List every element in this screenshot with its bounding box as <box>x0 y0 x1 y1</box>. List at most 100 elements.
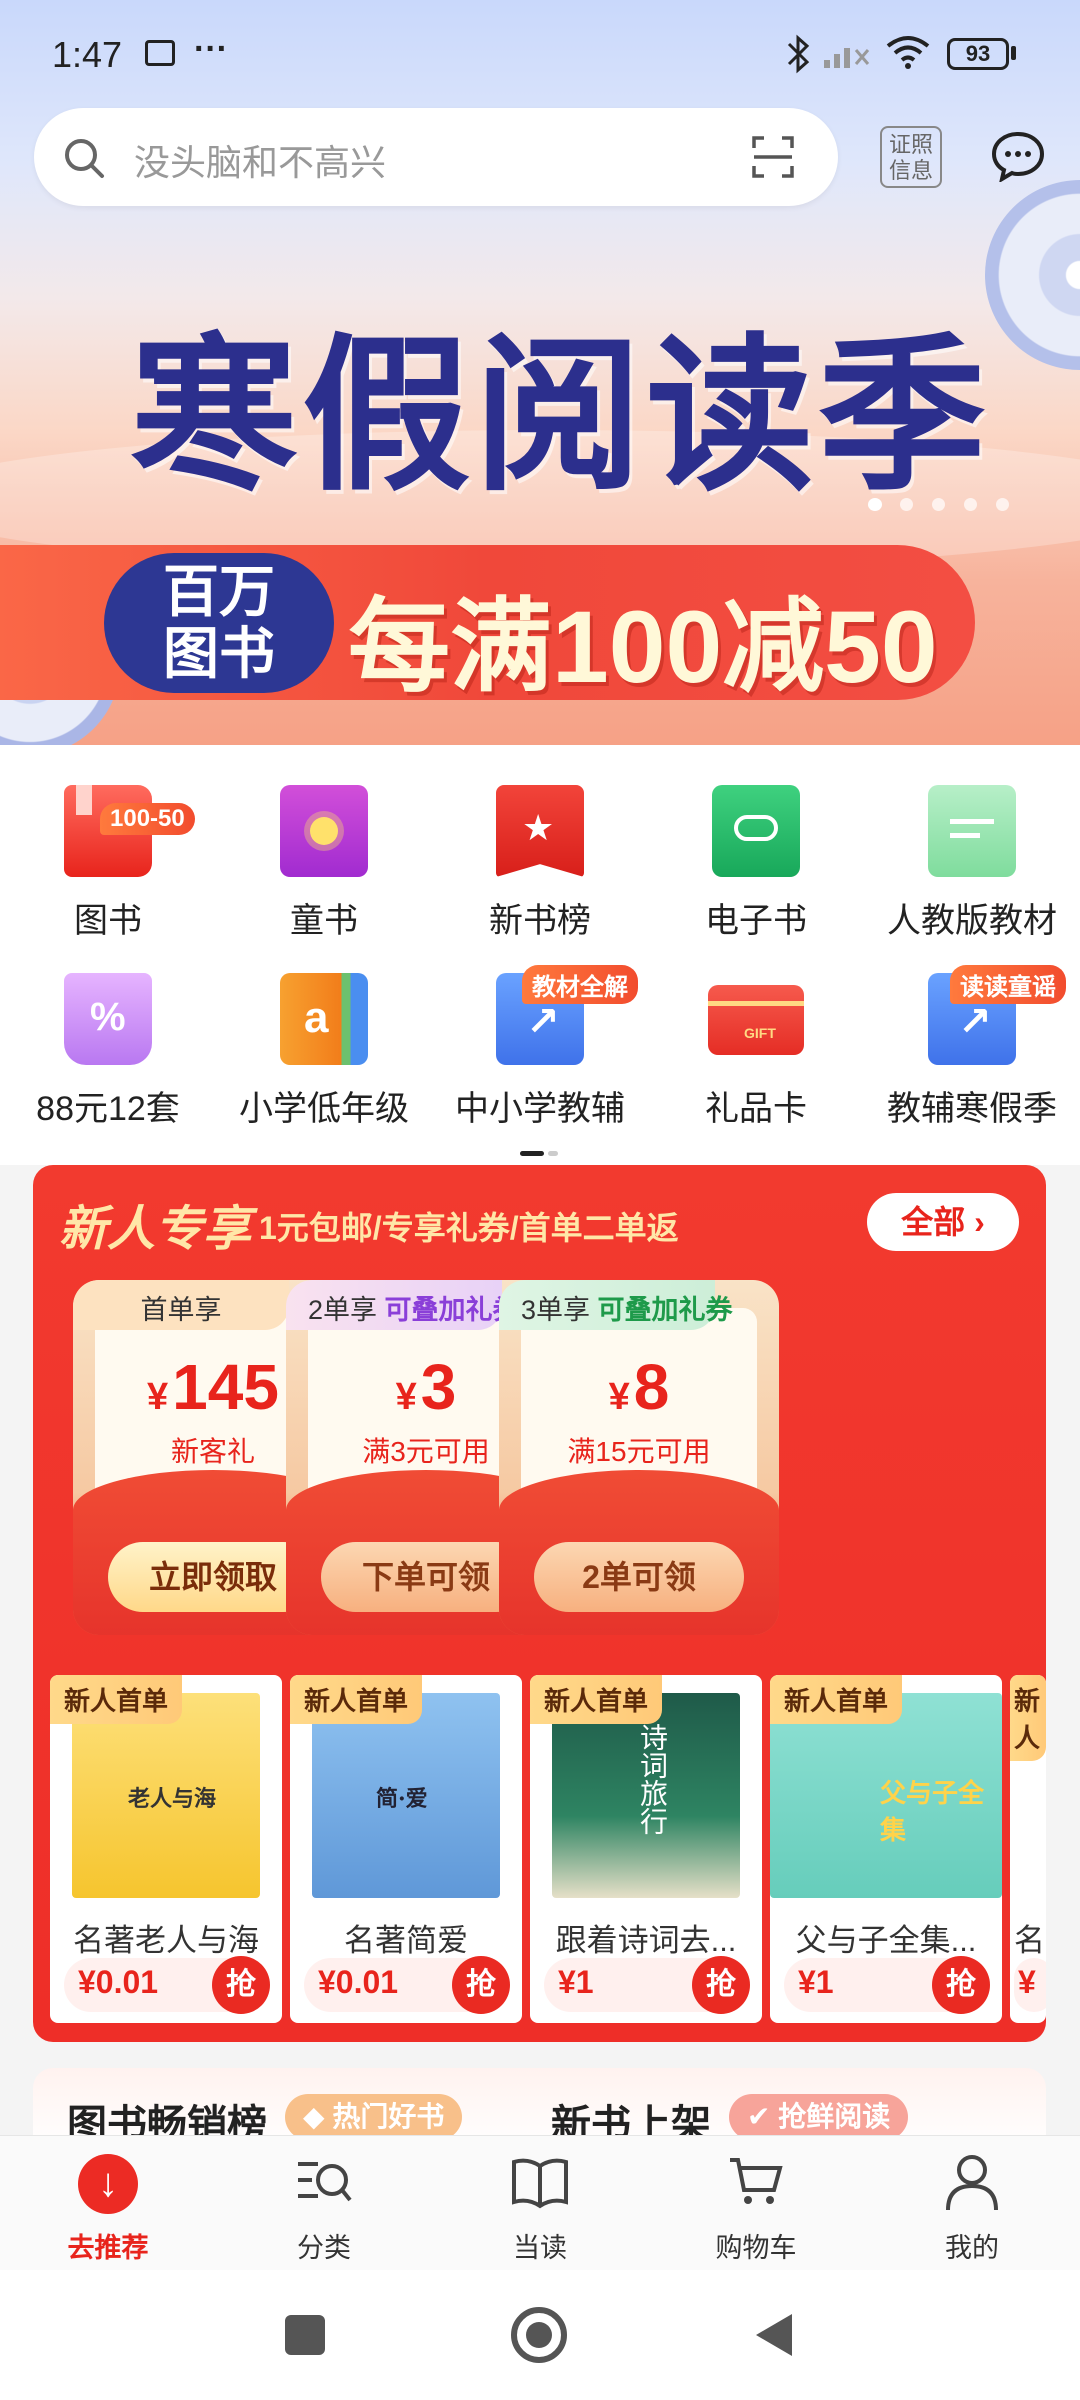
new-user-badge: 新人首单 <box>530 1675 663 1724</box>
recent-apps-button[interactable] <box>285 2315 325 2355</box>
star-shape: ★ <box>522 807 555 848</box>
tab-recommend[interactable]: ↓ 去推荐 <box>0 2136 216 2271</box>
cloud-shape <box>734 815 778 841</box>
product-price: ¥1 <box>558 1964 594 2000</box>
coupon-tab: 3单享 可叠加礼券 <box>499 1280 733 1330</box>
textbook-icon <box>928 785 1016 877</box>
carousel-dot <box>900 498 913 511</box>
tab-label: 分类 <box>297 2233 351 2263</box>
category-item-books[interactable]: 100-50 图书 <box>0 785 216 942</box>
promo-badge: 百万 图书 <box>104 553 334 693</box>
product-card[interactable]: 新人首单 父与子全集 父与子全集... ¥1 抢 <box>770 1675 1002 2023</box>
status-time: 1:47 <box>52 34 123 75</box>
cover-title: 简·爱 <box>376 1786 428 1812</box>
price-bar: ¥ <box>1014 1958 1046 2012</box>
category-item-tutoring[interactable]: ↗ 教材全解 中小学教辅 <box>432 965 648 1130</box>
coupon-card[interactable]: ¥8 满15元可用 3单享 可叠加礼券 2单可领 <box>499 1280 779 1635</box>
view-all-label: 全部 <box>901 1204 966 1240</box>
tab-read[interactable]: 当读 <box>432 2136 648 2271</box>
home-button-dot <box>526 2322 552 2348</box>
home-button[interactable] <box>511 2307 567 2363</box>
new-user-subtitle: 1元包邮/专享礼券/首单二单返 <box>259 1210 679 1246</box>
category-item-88-sets[interactable]: % 88元12套 <box>0 973 216 1130</box>
carousel-dot <box>868 498 882 511</box>
category-item-textbook[interactable]: 人教版教材 <box>864 785 1080 942</box>
coupon-value: 145 <box>172 1351 279 1423</box>
battery-level: 93 <box>965 41 991 66</box>
tab-profile[interactable]: 我的 <box>864 2136 1080 2271</box>
bottom-tab-bar: ↓ 去推荐 分类 当读 购物车 我的 <box>0 2135 1080 2270</box>
arrow-shape: ↗ <box>526 1000 560 1044</box>
grab-button[interactable]: 抢 <box>452 1956 510 2014</box>
message-icon[interactable] <box>990 130 1046 182</box>
category-item-kids[interactable]: 童书 <box>216 785 432 942</box>
carousel-dot <box>932 498 945 511</box>
tab-label: 购物车 <box>715 2233 797 2263</box>
category-grid: 100-50 图书 童书 ★ 新书榜 电子书 人教版教材 % 88元12套 a … <box>0 745 1080 1165</box>
tab-category[interactable]: 分类 <box>216 2136 432 2271</box>
view-all-button[interactable]: 全部 › <box>867 1193 1019 1251</box>
arrow-shape: ↗ <box>958 1000 992 1044</box>
kids-book-icon <box>280 785 368 877</box>
gift-card-icon: GIFT <box>708 985 804 1055</box>
product-name: 名著简爱 <box>344 1923 468 1958</box>
second-order-claim-button[interactable]: 2单可领 <box>534 1542 744 1612</box>
tab-cart[interactable]: 购物车 <box>648 2136 864 2271</box>
category-label: 电子书 <box>705 902 807 940</box>
coupon-tab-label: 3单享 <box>521 1295 591 1325</box>
carousel-dot <box>964 498 977 511</box>
category-label: 教辅寒假季 <box>887 1090 1057 1128</box>
bestseller-tag-label: 热门好书 <box>332 2101 445 2132</box>
product-card[interactable]: 新人首单 诗词旅行 跟着诗词去... ¥1 抢 <box>530 1675 762 2023</box>
system-nav-bar <box>0 2270 1080 2400</box>
category-label: 小学低年级 <box>239 1090 409 1128</box>
product-price: ¥0.01 <box>318 1964 399 2000</box>
category-item-gift-card[interactable]: GIFT 礼品卡 <box>648 973 864 1130</box>
category-item-winter-tutoring[interactable]: ↗ 读读童谣 教辅寒假季 <box>864 965 1080 1130</box>
promo-badge-line2: 图书 <box>163 622 275 685</box>
back-button[interactable] <box>752 2310 796 2360</box>
product-card-partial[interactable]: 新人 名 ¥ <box>1010 1675 1046 2023</box>
product-card[interactable]: 新人首单 老人与海 名著老人与海 ¥0.01 抢 <box>50 1675 282 2023</box>
category-item-ebook[interactable]: 电子书 <box>648 785 864 942</box>
grab-button[interactable]: 抢 <box>692 1956 750 2014</box>
bestseller-tag: ◆ 热门好书 <box>285 2094 463 2140</box>
coupon-condition: 满15元可用 <box>567 1436 711 1467</box>
tab-label: 我的 <box>945 2233 999 2263</box>
read-icon <box>512 2158 568 2209</box>
search-bar[interactable]: 没头脑和不高兴 <box>34 108 838 206</box>
category-label: 人教版教材 <box>887 902 1057 940</box>
category-tag: 100-50 <box>100 803 195 835</box>
category-item-primary[interactable]: a 小学低年级 <box>216 973 432 1130</box>
scan-icon[interactable] <box>750 134 796 180</box>
line-shape <box>950 819 994 824</box>
cert-info-button[interactable]: 证照 信息 <box>880 126 942 188</box>
category-label: 新书榜 <box>489 902 591 940</box>
category-item-new-ranking[interactable]: ★ 新书榜 <box>432 785 648 942</box>
product-name: 名著老人与海 <box>73 1923 259 1958</box>
price-bar: ¥1 抢 <box>544 1956 750 2014</box>
page-indicator-inactive <box>548 1151 558 1156</box>
product-card[interactable]: 新人首单 简·爱 名著简爱 ¥0.01 抢 <box>290 1675 522 2023</box>
cert-label-2: 信息 <box>888 158 933 183</box>
sun-shape <box>310 817 338 845</box>
carousel-dot <box>996 498 1009 511</box>
promo-badge-line1: 百万 <box>163 560 275 623</box>
grab-button[interactable]: 抢 <box>932 1956 990 2014</box>
coupon-value: 3 <box>420 1351 457 1423</box>
discount-basket-icon: % <box>64 973 152 1065</box>
product-price: ¥1 <box>798 1964 834 2000</box>
category-label: 童书 <box>290 902 358 940</box>
hero-banner[interactable]: 1:47 ··· 93 没头脑和不高兴 证照 信息 寒假阅读季 百万 图书 每满… <box>0 0 1080 745</box>
product-name: 跟着诗词去... <box>555 1923 737 1958</box>
recommend-icon: ↓ <box>78 2154 138 2214</box>
tab-label: 当读 <box>513 2233 567 2263</box>
search-placeholder: 没头脑和不高兴 <box>134 142 387 183</box>
tab-label: 去推荐 <box>67 2233 149 2263</box>
new-user-title: 新人专享 <box>59 1203 252 1256</box>
grab-button[interactable]: 抢 <box>212 1956 270 2014</box>
page-indicator-active <box>520 1151 544 1156</box>
coupon-currency: ¥ <box>147 1376 169 1418</box>
profile-icon <box>946 2155 998 2211</box>
promo-text: 每满100减50 <box>348 590 938 704</box>
